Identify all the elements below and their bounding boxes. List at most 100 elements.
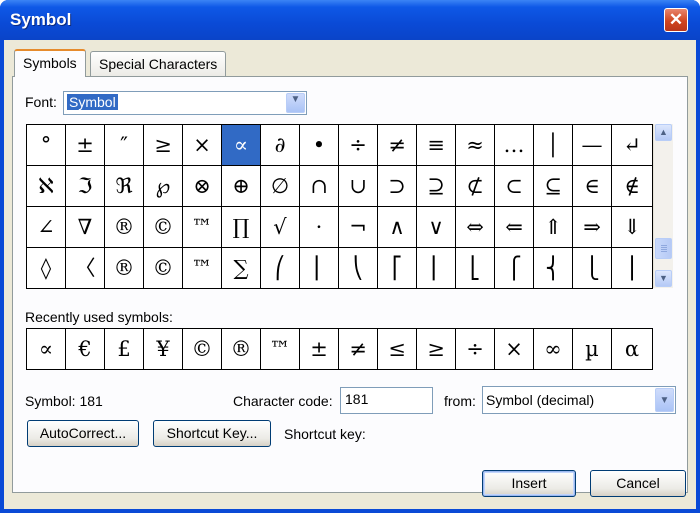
symbol-cell[interactable]: ∠ [27, 207, 66, 248]
symbol-cell[interactable]: ™ [183, 248, 222, 289]
tab-symbols[interactable]: Symbols [14, 49, 86, 77]
symbol-cell[interactable]: ∉ [612, 166, 653, 207]
symbol-cell[interactable]: √ [261, 207, 300, 248]
symbol-cell[interactable]: ⊕ [222, 166, 261, 207]
symbol-cell[interactable]: ∈ [573, 166, 612, 207]
symbol-cell[interactable]: ≡ [417, 125, 456, 166]
symbol-cell[interactable]: ⊃ [378, 166, 417, 207]
symbol-cell[interactable]: — [573, 125, 612, 166]
symbol-cell[interactable]: ≠ [378, 125, 417, 166]
symbol-cell[interactable]: ⎝ [339, 248, 378, 289]
symbol-cell[interactable]: ⊆ [534, 166, 573, 207]
symbol-cell[interactable]: ⊇ [417, 166, 456, 207]
symbol-glyph: ⊃ [388, 174, 406, 198]
title-bar[interactable]: Symbol ✕ [0, 0, 700, 40]
symbol-cell[interactable]: ⎧ [495, 248, 534, 289]
symbol-cell[interactable]: ∨ [417, 207, 456, 248]
symbol-cell[interactable]: … [495, 125, 534, 166]
symbol-cell[interactable]: ≈ [456, 125, 495, 166]
symbol-cell[interactable]: ″ [105, 125, 144, 166]
tab-special-characters[interactable]: Special Characters [90, 51, 227, 76]
symbol-cell[interactable]: ∪ [339, 166, 378, 207]
recent-symbol-cell[interactable]: ≤ [378, 329, 417, 370]
symbol-cell[interactable]: ⎣ [456, 248, 495, 289]
symbol-info: Symbol: 181 [25, 393, 103, 409]
symbol-cell[interactable]: │ [534, 125, 573, 166]
recent-symbol-cell[interactable]: © [183, 329, 222, 370]
recent-symbol-cell[interactable]: ∞ [534, 329, 573, 370]
recent-symbol-cell[interactable]: ÷ [456, 329, 495, 370]
symbol-cell[interactable]: ⎪ [612, 248, 653, 289]
symbol-cell[interactable]: ⎨ [534, 248, 573, 289]
scroll-thumb[interactable] [655, 238, 672, 259]
symbol-cell[interactable]: ◊ [27, 248, 66, 289]
symbol-cell[interactable]: ⎢ [417, 248, 456, 289]
symbol-cell[interactable]: ∝ [222, 125, 261, 166]
autocorrect-button[interactable]: AutoCorrect... [27, 420, 139, 447]
symbol-cell[interactable]: ⇑ [534, 207, 573, 248]
symbol-cell[interactable]: ® [105, 207, 144, 248]
symbol-cell[interactable]: ⎜ [300, 248, 339, 289]
recent-symbol-cell[interactable]: × [495, 329, 534, 370]
recent-symbol-cell[interactable]: α [612, 329, 653, 370]
recent-symbol-cell[interactable]: ≥ [417, 329, 456, 370]
symbol-cell[interactable]: © [144, 248, 183, 289]
symbol-cell[interactable]: ⊂ [495, 166, 534, 207]
recent-symbol-cell[interactable]: ≠ [339, 329, 378, 370]
recent-symbol-cell[interactable]: ± [300, 329, 339, 370]
symbol-cell[interactable]: ℵ [27, 166, 66, 207]
symbol-cell[interactable]: ∧ [378, 207, 417, 248]
symbol-cell[interactable]: ∩ [300, 166, 339, 207]
recent-symbol-cell[interactable]: £ [105, 329, 144, 370]
font-select[interactable]: Symbol ▼ [63, 91, 307, 115]
symbol-glyph: ↵ [623, 133, 641, 157]
symbol-cell[interactable]: ⎛ [261, 248, 300, 289]
from-select[interactable]: Symbol (decimal) ▼ [482, 386, 676, 414]
symbol-cell[interactable]: ⎡ [378, 248, 417, 289]
symbol-cell[interactable]: ∇ [66, 207, 105, 248]
symbol-cell[interactable]: ¬ [339, 207, 378, 248]
symbol-cell[interactable]: × [183, 125, 222, 166]
symbol-cell[interactable]: ⇐ [495, 207, 534, 248]
symbol-grid-scrollbar[interactable]: ▲ ▼ [653, 124, 673, 288]
symbol-cell[interactable]: 〈 [66, 248, 105, 289]
cancel-button[interactable]: Cancel [590, 470, 686, 497]
symbol-cell[interactable]: ⇓ [612, 207, 653, 248]
symbol-cell[interactable]: ∂ [261, 125, 300, 166]
symbol-cell[interactable]: ⎩ [573, 248, 612, 289]
symbol-cell[interactable]: ⊄ [456, 166, 495, 207]
character-code-input[interactable]: 181 [340, 387, 433, 414]
close-button[interactable]: ✕ [664, 8, 688, 32]
recent-symbol-cell[interactable]: € [66, 329, 105, 370]
symbol-cell[interactable]: ⇒ [573, 207, 612, 248]
symbol-cell[interactable]: ℘ [144, 166, 183, 207]
symbol-cell[interactable]: • [300, 125, 339, 166]
symbol-cell[interactable]: ± [66, 125, 105, 166]
recent-symbol-cell[interactable]: ∝ [27, 329, 66, 370]
chevron-down-icon[interactable]: ▼ [655, 388, 674, 412]
symbol-cell[interactable]: ∑ [222, 248, 261, 289]
scroll-up-button[interactable]: ▲ [655, 124, 672, 141]
recent-symbol-cell[interactable]: ™ [261, 329, 300, 370]
chevron-down-icon[interactable]: ▼ [286, 93, 305, 113]
recent-symbol-cell[interactable]: µ [573, 329, 612, 370]
symbol-cell[interactable]: ™ [183, 207, 222, 248]
symbol-cell[interactable]: ≥ [144, 125, 183, 166]
insert-button[interactable]: Insert [482, 470, 576, 497]
symbol-cell[interactable]: ⊗ [183, 166, 222, 207]
symbol-cell[interactable]: ⋅ [300, 207, 339, 248]
symbol-cell[interactable]: ∅ [261, 166, 300, 207]
shortcut-key-button[interactable]: Shortcut Key... [153, 420, 271, 447]
symbol-cell[interactable]: ÷ [339, 125, 378, 166]
recent-symbol-cell[interactable]: ¥ [144, 329, 183, 370]
recent-symbol-cell[interactable]: ® [222, 329, 261, 370]
symbol-cell[interactable]: ⇔ [456, 207, 495, 248]
symbol-cell[interactable]: © [144, 207, 183, 248]
symbol-cell[interactable]: ® [105, 248, 144, 289]
symbol-cell[interactable]: ° [27, 125, 66, 166]
symbol-cell[interactable]: ↵ [612, 125, 653, 166]
scroll-down-button[interactable]: ▼ [655, 270, 672, 287]
symbol-cell[interactable]: ∏ [222, 207, 261, 248]
symbol-cell[interactable]: ℜ [105, 166, 144, 207]
symbol-cell[interactable]: ℑ [66, 166, 105, 207]
